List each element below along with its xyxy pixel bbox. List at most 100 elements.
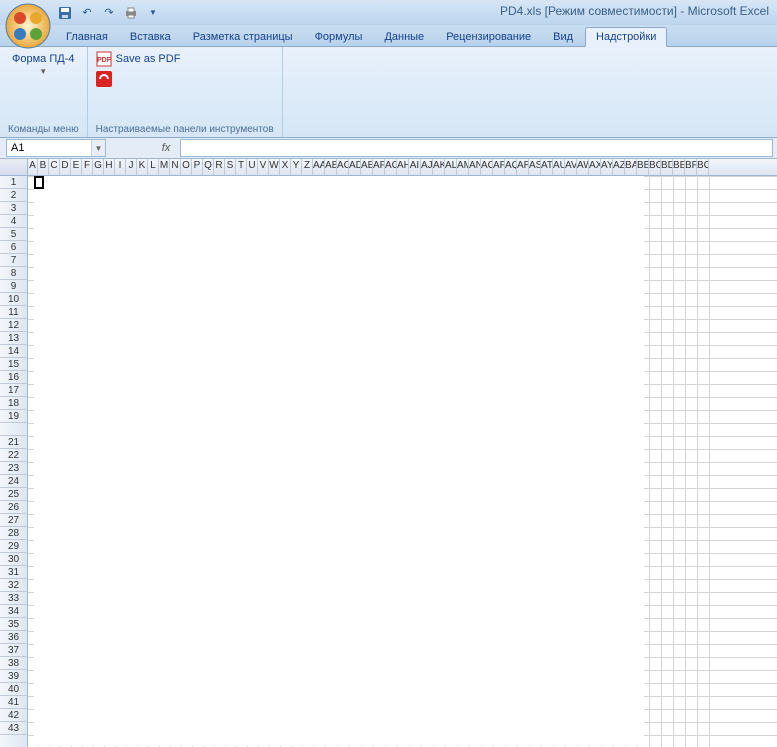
col-header[interactable]: AR [517, 159, 529, 175]
col-header[interactable]: AV [565, 159, 577, 175]
row-header[interactable]: 9 [0, 280, 28, 293]
save-icon[interactable] [56, 4, 74, 22]
row-header[interactable]: 21 [0, 436, 28, 449]
row-header[interactable]: 34 [0, 605, 28, 618]
col-header[interactable]: BC [649, 159, 661, 175]
col-header[interactable]: AS [529, 159, 541, 175]
col-header[interactable]: AY [601, 159, 613, 175]
col-header[interactable]: C [49, 159, 60, 175]
row-header[interactable]: 31 [0, 566, 28, 579]
col-header[interactable]: Y [291, 159, 302, 175]
row-header[interactable] [0, 423, 28, 436]
col-header[interactable]: L [148, 159, 159, 175]
col-header[interactable]: AF [373, 159, 385, 175]
row-header[interactable]: 3 [0, 202, 28, 215]
row-header[interactable] [0, 735, 28, 747]
office-button[interactable] [4, 2, 52, 50]
col-header[interactable]: AK [433, 159, 445, 175]
row-header[interactable]: 13 [0, 332, 28, 345]
save-as-pdf-button[interactable]: PDF Save as PDF [96, 51, 181, 67]
col-header[interactable]: AG [385, 159, 397, 175]
col-header[interactable]: K [137, 159, 148, 175]
col-header[interactable]: H [104, 159, 115, 175]
col-header[interactable]: AT [541, 159, 553, 175]
col-header[interactable]: I [115, 159, 126, 175]
col-header[interactable]: G [93, 159, 104, 175]
col-header[interactable]: AO [481, 159, 493, 175]
col-header[interactable]: A [28, 159, 38, 175]
row-header[interactable]: 10 [0, 293, 28, 306]
tab-view[interactable]: Вид [543, 28, 583, 46]
row-header[interactable]: 33 [0, 592, 28, 605]
col-header[interactable]: BF [685, 159, 697, 175]
col-header[interactable]: AN [469, 159, 481, 175]
col-header[interactable]: M [159, 159, 170, 175]
col-header[interactable]: AC [337, 159, 349, 175]
col-header[interactable]: Q [203, 159, 214, 175]
row-header[interactable]: 16 [0, 371, 28, 384]
col-header[interactable]: AP [493, 159, 505, 175]
tab-review[interactable]: Рецензирование [436, 28, 541, 46]
col-header[interactable]: B [38, 159, 49, 175]
col-header[interactable]: AH [397, 159, 409, 175]
form-pd4-button[interactable]: Форма ПД-4 ▼ [8, 51, 78, 78]
row-header[interactable]: 4 [0, 215, 28, 228]
row-header[interactable]: 17 [0, 384, 28, 397]
row-header[interactable]: 14 [0, 345, 28, 358]
col-header[interactable]: AE [361, 159, 373, 175]
row-header[interactable]: 26 [0, 501, 28, 514]
tab-addins[interactable]: Надстройки [585, 27, 667, 47]
cells-area[interactable]: Извещение Кассир СБЕРБАНК РОССИИФорма № … [28, 176, 777, 747]
tab-data[interactable]: Данные [374, 28, 434, 46]
col-header[interactable]: T [236, 159, 247, 175]
row-header[interactable]: 36 [0, 631, 28, 644]
col-header[interactable]: F [82, 159, 93, 175]
col-header[interactable]: D [60, 159, 71, 175]
tab-formulas[interactable]: Формулы [305, 28, 373, 46]
row-header[interactable]: 39 [0, 670, 28, 683]
col-header[interactable]: BB [637, 159, 649, 175]
col-header[interactable]: AQ [505, 159, 517, 175]
col-header[interactable]: S [225, 159, 236, 175]
row-header[interactable]: 27 [0, 514, 28, 527]
row-header[interactable]: 28 [0, 527, 28, 540]
row-header[interactable]: 25 [0, 488, 28, 501]
col-header[interactable]: N [170, 159, 181, 175]
row-header[interactable]: 43 [0, 722, 28, 735]
undo-icon[interactable]: ↶ [78, 4, 96, 22]
row-header[interactable]: 30 [0, 553, 28, 566]
row-header[interactable]: 35 [0, 618, 28, 631]
row-header[interactable]: 40 [0, 683, 28, 696]
col-header[interactable]: AL [445, 159, 457, 175]
row-header[interactable]: 11 [0, 306, 28, 319]
row-header[interactable]: 7 [0, 254, 28, 267]
row-header[interactable]: 18 [0, 397, 28, 410]
col-header[interactable]: P [192, 159, 203, 175]
col-header[interactable]: AZ [613, 159, 625, 175]
row-header[interactable]: 5 [0, 228, 28, 241]
col-header[interactable]: AU [553, 159, 565, 175]
col-header[interactable]: Z [302, 159, 313, 175]
row-header[interactable]: 42 [0, 709, 28, 722]
row-header[interactable]: 2 [0, 189, 28, 202]
row-header[interactable]: 6 [0, 241, 28, 254]
row-header[interactable]: 12 [0, 319, 28, 332]
tab-insert[interactable]: Вставка [120, 28, 181, 46]
col-header[interactable]: BG [697, 159, 709, 175]
row-header[interactable]: 37 [0, 644, 28, 657]
redo-icon[interactable]: ↷ [100, 4, 118, 22]
col-header[interactable]: W [269, 159, 280, 175]
col-header[interactable]: AB [325, 159, 337, 175]
row-header[interactable]: 41 [0, 696, 28, 709]
col-header[interactable]: U [247, 159, 258, 175]
col-header[interactable]: E [71, 159, 82, 175]
row-header[interactable]: 32 [0, 579, 28, 592]
col-header[interactable]: AW [577, 159, 589, 175]
col-header[interactable]: AM [457, 159, 469, 175]
col-header[interactable]: BE [673, 159, 685, 175]
name-box-dropdown-icon[interactable]: ▼ [91, 140, 105, 156]
print-icon[interactable] [122, 4, 140, 22]
row-header[interactable]: 15 [0, 358, 28, 371]
col-header[interactable]: AA [313, 159, 325, 175]
col-header[interactable]: AX [589, 159, 601, 175]
